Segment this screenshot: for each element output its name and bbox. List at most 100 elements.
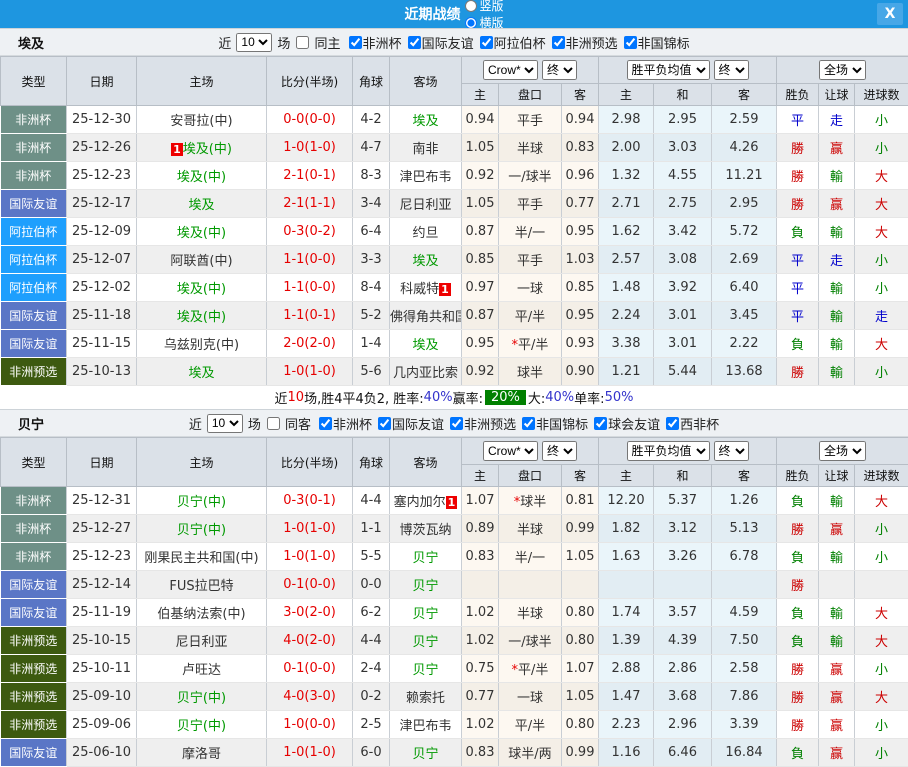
away-team-label: 科威特 bbox=[400, 282, 439, 297]
odds-final-select[interactable]: 终 bbox=[542, 60, 577, 80]
filter-competition-checkbox[interactable]: 球会友谊 bbox=[590, 414, 660, 433]
filter-competition-label: 西非杯 bbox=[680, 414, 719, 433]
handicap-result: 輸 bbox=[819, 543, 855, 571]
handicap: 半/一 bbox=[499, 218, 562, 246]
odds-away: 1.05 bbox=[562, 683, 599, 711]
away-team-label: 贝宁 bbox=[412, 635, 438, 650]
home-team: 贝宁(中) bbox=[137, 515, 267, 543]
avg-away: 13.68 bbox=[712, 358, 777, 386]
filter-competition-label: 国际友谊 bbox=[422, 33, 474, 52]
filter-competition-checkbox[interactable]: 西非杯 bbox=[662, 414, 719, 433]
competition-checkbox-input[interactable] bbox=[552, 36, 565, 49]
match-date: 25-10-15 bbox=[67, 627, 137, 655]
competition-checkbox-input[interactable] bbox=[408, 36, 421, 49]
home-team: 安哥拉(中) bbox=[137, 106, 267, 134]
avg-type-select[interactable]: 胜平负均值 bbox=[627, 441, 710, 461]
competition-checkbox-input[interactable] bbox=[522, 417, 535, 430]
odds-home: 0.75 bbox=[462, 655, 499, 683]
avg-away: 5.13 bbox=[712, 515, 777, 543]
filter-competition-checkbox[interactable]: 非洲预选 bbox=[446, 414, 516, 433]
competition-checkbox-input[interactable] bbox=[378, 417, 391, 430]
filter-competition-checkbox[interactable]: 非洲预选 bbox=[548, 33, 618, 52]
away-team: 埃及 bbox=[390, 330, 462, 358]
filter-competition-checkbox[interactable]: 非国锦标 bbox=[518, 414, 588, 433]
odds-home: 1.05 bbox=[462, 190, 499, 218]
filter-competition-label: 非国锦标 bbox=[638, 33, 690, 52]
competition-checkbox-input[interactable] bbox=[624, 36, 637, 49]
away-team-label: 贝宁 bbox=[412, 551, 438, 566]
away-team: 科威特1 bbox=[390, 274, 462, 302]
avg-home: 12.20 bbox=[599, 487, 654, 515]
score: 1-1(0-1) bbox=[267, 302, 353, 330]
handicap-result: 輸 bbox=[819, 627, 855, 655]
type-badge: 非洲杯 bbox=[1, 487, 67, 515]
competition-checkbox-input[interactable] bbox=[666, 417, 679, 430]
score: 0-3(0-1) bbox=[267, 487, 353, 515]
competition-checkbox-input[interactable] bbox=[349, 36, 362, 49]
avg-final-select[interactable]: 终 bbox=[714, 441, 749, 461]
odds-away: 0.96 bbox=[562, 162, 599, 190]
odds-home: 0.83 bbox=[462, 543, 499, 571]
layout-radio-input[interactable] bbox=[465, 17, 477, 29]
scope-select[interactable]: 全场 bbox=[819, 60, 866, 80]
layout-radio-vertical[interactable]: 竖版 bbox=[465, 0, 503, 14]
avg-type-select[interactable]: 胜平负均值 bbox=[627, 60, 710, 80]
avg-home: 2.00 bbox=[599, 134, 654, 162]
match-row: 国际友谊25-11-18埃及(中)1-1(0-1)5-2佛得角共和国0.87平/… bbox=[1, 302, 908, 330]
filter-competition-label: 非洲杯 bbox=[363, 33, 402, 52]
filter-same-checkbox[interactable]: 同主 bbox=[292, 33, 340, 52]
home-team-label: 阿联酋(中) bbox=[170, 254, 232, 269]
corner-score: 4-2 bbox=[353, 106, 390, 134]
match-date: 25-11-15 bbox=[67, 330, 137, 358]
avg-group-header: 胜平负均值 终 bbox=[599, 438, 777, 465]
handicap: 球半 bbox=[499, 358, 562, 386]
section-filter-bar: 埃及近10场 同主非洲杯国际友谊阿拉伯杯非洲预选非国锦标 bbox=[0, 28, 908, 56]
away-team: 贝宁 bbox=[390, 543, 462, 571]
scope-select[interactable]: 全场 bbox=[819, 441, 866, 461]
match-row: 非洲杯25-12-23刚果民主共和国(中)1-0(1-0)5-5贝宁0.83半/… bbox=[1, 543, 908, 571]
col-date-header: 日期 bbox=[67, 57, 137, 106]
filter-same-checkbox[interactable]: 同客 bbox=[263, 414, 311, 433]
competition-checkbox-input[interactable] bbox=[319, 417, 332, 430]
score: 4-0(2-0) bbox=[267, 627, 353, 655]
match-count-select[interactable]: 10 bbox=[236, 33, 272, 52]
competition-checkbox-input[interactable] bbox=[450, 417, 463, 430]
summary-segment: 50% bbox=[605, 390, 634, 405]
competition-checkbox-input[interactable] bbox=[594, 417, 607, 430]
goals-result: 大 bbox=[855, 599, 908, 627]
competition-checkbox-input[interactable] bbox=[480, 36, 493, 49]
same-checkbox-input[interactable] bbox=[267, 417, 280, 430]
match-date: 25-11-19 bbox=[67, 599, 137, 627]
filter-competition-checkbox[interactable]: 阿拉伯杯 bbox=[476, 33, 546, 52]
handicap-result: 赢 bbox=[819, 190, 855, 218]
same-checkbox-input[interactable] bbox=[296, 36, 309, 49]
filter-competition-checkbox[interactable]: 非洲杯 bbox=[345, 33, 402, 52]
type-badge: 非洲杯 bbox=[1, 134, 67, 162]
type-badge: 非洲杯 bbox=[1, 515, 67, 543]
filter-competition-checkbox[interactable]: 国际友谊 bbox=[374, 414, 444, 433]
bookmaker-select[interactable]: Crow* bbox=[483, 60, 538, 80]
away-team: 津巴布韦 bbox=[390, 162, 462, 190]
handicap: 平手 bbox=[499, 246, 562, 274]
odds-away: 0.77 bbox=[562, 190, 599, 218]
bookmaker-select[interactable]: Crow* bbox=[483, 441, 538, 461]
match-count-select[interactable]: 10 bbox=[207, 414, 243, 433]
layout-radio-input[interactable] bbox=[465, 0, 477, 12]
filter-competition-label: 非洲杯 bbox=[333, 414, 372, 433]
summary-segment: 10 bbox=[288, 390, 305, 405]
type-badge: 国际友谊 bbox=[1, 571, 67, 599]
filter-competition-checkbox[interactable]: 非国锦标 bbox=[620, 33, 690, 52]
filter-competition-checkbox[interactable]: 非洲杯 bbox=[315, 414, 372, 433]
home-team-label: 贝宁(中) bbox=[177, 691, 226, 706]
score: 0-3(0-2) bbox=[267, 218, 353, 246]
odds-final-select[interactable]: 终 bbox=[542, 441, 577, 461]
col-type-header: 类型 bbox=[1, 57, 67, 106]
close-button[interactable]: X bbox=[877, 3, 903, 25]
away-team-label: 贝宁 bbox=[412, 579, 438, 594]
avg-final-select[interactable]: 终 bbox=[714, 60, 749, 80]
corner-score: 0-0 bbox=[353, 571, 390, 599]
filter-competition-checkbox[interactable]: 国际友谊 bbox=[404, 33, 474, 52]
match-row: 非洲杯25-12-23埃及(中)2-1(0-1)8-3津巴布韦0.92一/球半0… bbox=[1, 162, 908, 190]
goals-result: 小 bbox=[855, 655, 908, 683]
match-row: 非洲杯25-12-27贝宁(中)1-0(1-0)1-1博茨瓦纳0.89半球0.9… bbox=[1, 515, 908, 543]
